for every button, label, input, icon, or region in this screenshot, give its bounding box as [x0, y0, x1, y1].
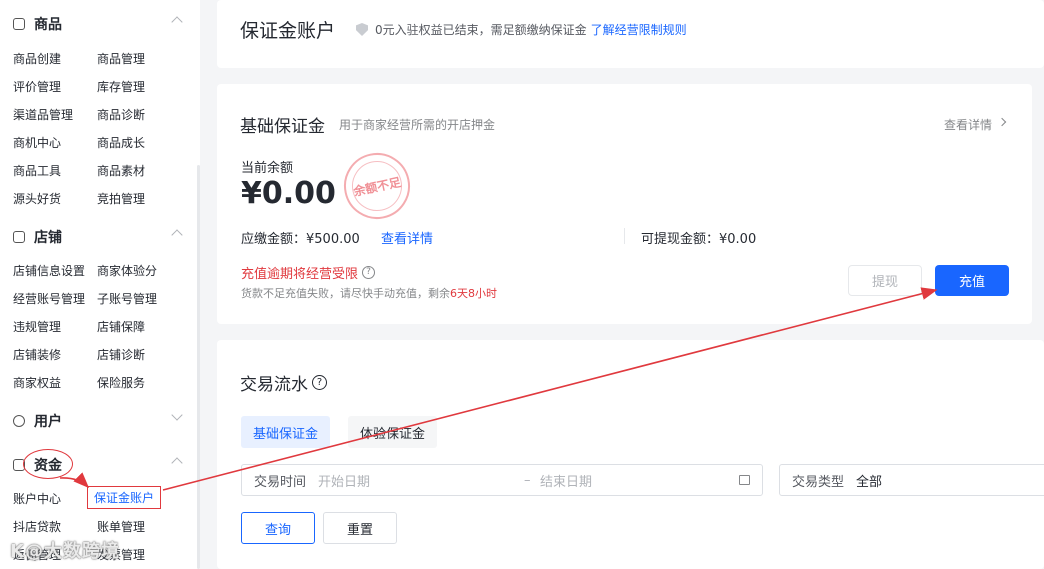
due-amount: 应缴金额：¥500.00 — [241, 232, 360, 247]
annotation-circle — [23, 449, 73, 479]
sidebar-item[interactable]: 保险服务 — [97, 374, 145, 391]
start-date-input[interactable]: 开始日期 — [318, 471, 370, 490]
flow-title: 交易流水 ? — [240, 370, 327, 395]
query-button[interactable]: 查询 — [241, 512, 315, 544]
store-icon — [13, 231, 25, 243]
type-value: 全部 — [856, 474, 883, 490]
sidebar-item[interactable]: 账单管理 — [97, 518, 145, 535]
section-title: 店铺 — [34, 230, 62, 246]
basic-deposit-subtitle: 用于商家经营所需的开店押金 — [339, 118, 496, 132]
sidebar-item[interactable]: 商家体验分 — [97, 262, 157, 279]
sidebar-section-users[interactable]: 用户 — [13, 409, 183, 431]
tab-trial-deposit[interactable]: 体验保证金 — [348, 416, 438, 448]
divider — [624, 228, 625, 244]
sidebar-item[interactable]: 账户中心 — [13, 490, 61, 507]
help-icon[interactable]: ? — [362, 266, 376, 279]
shield-icon — [356, 23, 368, 36]
sidebar-section-store[interactable]: 店铺 — [13, 227, 183, 247]
balance-value: ¥0.00 — [241, 176, 336, 211]
sidebar-item[interactable]: 店铺诊断 — [97, 346, 145, 363]
sidebar-item[interactable]: 抖店贷款 — [13, 518, 61, 535]
warning-desc-text: 货款不足充值失败，请尽快手动充值，剩余 — [241, 287, 450, 300]
sidebar-item[interactable]: 违规管理 — [13, 318, 61, 335]
tab-basic-deposit[interactable]: 基础保证金 — [241, 416, 331, 448]
sidebar-item[interactable]: 库存管理 — [97, 78, 145, 95]
flow-title-text: 交易流水 — [240, 375, 308, 395]
sidebar-item[interactable]: 店铺信息设置 — [13, 262, 85, 279]
rules-link[interactable]: 了解经营限制规则 — [591, 21, 687, 38]
sidebar-item[interactable]: 商品管理 — [97, 50, 145, 67]
sidebar: 商品 商品创建 商品管理 评价管理 库存管理 渠道品管理 商品诊断 商机中心 商… — [0, 0, 200, 569]
sidebar-scrollbar[interactable] — [197, 165, 200, 569]
sidebar-section-goods[interactable]: 商品 — [13, 14, 183, 34]
date-range-picker[interactable]: 交易时间 开始日期 – 结束日期 — [241, 464, 763, 496]
page-title: 保证金账户 — [240, 20, 336, 42]
reset-button[interactable]: 重置 — [323, 512, 397, 544]
withdrawable-amount: 可提现金额：¥0.00 — [641, 232, 757, 247]
sidebar-item-deposit-account[interactable]: 保证金账户 — [87, 486, 162, 509]
view-details-link[interactable]: 查看详情 — [944, 116, 992, 133]
sidebar-item[interactable]: 评价管理 — [13, 78, 61, 95]
help-icon[interactable]: ? — [312, 375, 327, 390]
sidebar-item[interactable]: 商品成长 — [97, 134, 145, 151]
balance-label: 当前余额 — [241, 161, 294, 176]
remaining-time: 6天8小时 — [450, 287, 497, 300]
sidebar-item[interactable]: 渠道品管理 — [13, 106, 73, 123]
sidebar-item[interactable]: 商品诊断 — [97, 106, 145, 123]
time-label: 交易时间 — [254, 474, 307, 490]
sidebar-item[interactable]: 子账号管理 — [97, 290, 157, 307]
calendar-icon[interactable] — [739, 475, 750, 485]
watermark-logo: K@大数跨境 — [10, 541, 120, 562]
due-details-link[interactable]: 查看详情 — [381, 228, 433, 247]
sidebar-item[interactable]: 店铺装修 — [13, 346, 61, 363]
transaction-type-select[interactable]: 交易类型 全部 — [779, 464, 1044, 496]
recharge-button[interactable]: 充值 — [935, 265, 1009, 296]
sidebar-item[interactable]: 商机中心 — [13, 134, 61, 151]
chevron-down-icon — [171, 409, 183, 421]
goods-icon — [13, 18, 25, 30]
sidebar-item[interactable]: 店铺保障 — [97, 318, 145, 335]
section-title: 用户 — [34, 414, 62, 430]
sidebar-item[interactable]: 商家权益 — [13, 374, 61, 391]
sidebar-item[interactable]: 源头好货 — [13, 190, 61, 207]
sidebar-item[interactable]: 商品工具 — [13, 162, 61, 179]
chevron-up-icon — [171, 16, 183, 28]
withdraw-button[interactable]: 提现 — [848, 265, 922, 296]
end-date-input[interactable]: 结束日期 — [540, 471, 592, 490]
sidebar-item[interactable]: 商品创建 — [13, 50, 61, 67]
warning-title-text: 充值逾期将经营受限 — [241, 267, 359, 282]
range-separator: – — [524, 472, 531, 488]
sidebar-item[interactable]: 竞拍管理 — [97, 190, 145, 207]
basic-deposit-title: 基础保证金 — [240, 117, 325, 137]
warning-description: 货款不足充值失败，请尽快手动充值，剩余6天8小时 — [241, 285, 497, 301]
sidebar-item[interactable]: 商品素材 — [97, 162, 145, 179]
stamp-inner-ring — [347, 156, 407, 216]
sidebar-item[interactable]: 经营账号管理 — [13, 290, 85, 307]
user-icon — [13, 415, 25, 427]
notice: 0元入驻权益已结束，需足额缴纳保证金 了解经营限制规则 — [356, 21, 687, 38]
notice-text: 0元入驻权益已结束，需足额缴纳保证金 — [375, 23, 587, 37]
warning-title: 充值逾期将经营受限 ? — [241, 263, 376, 282]
section-title: 商品 — [34, 17, 62, 33]
chevron-up-icon — [171, 229, 183, 241]
chevron-up-icon — [171, 457, 183, 469]
type-label: 交易类型 — [792, 474, 845, 490]
